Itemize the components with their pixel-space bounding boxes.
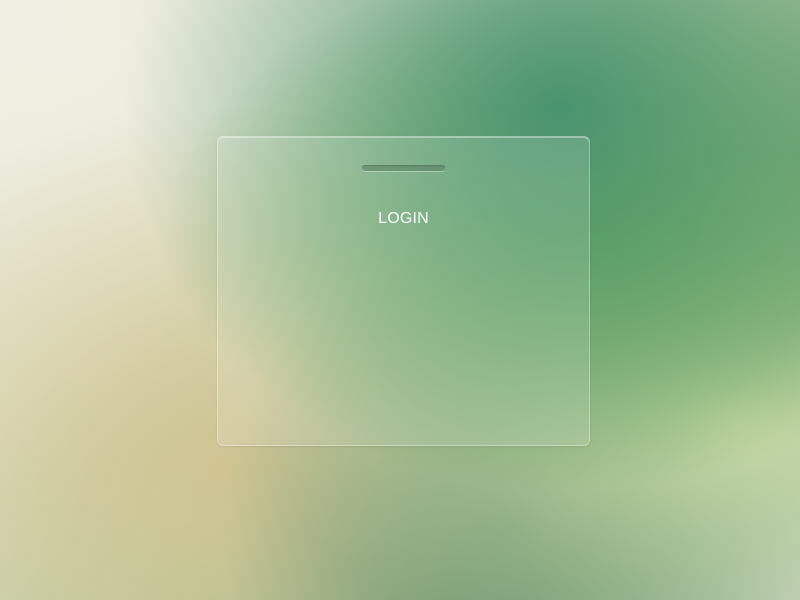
login-card: LOGIN xyxy=(217,136,590,446)
login-title: LOGIN xyxy=(378,210,429,227)
drag-handle[interactable] xyxy=(362,165,445,171)
